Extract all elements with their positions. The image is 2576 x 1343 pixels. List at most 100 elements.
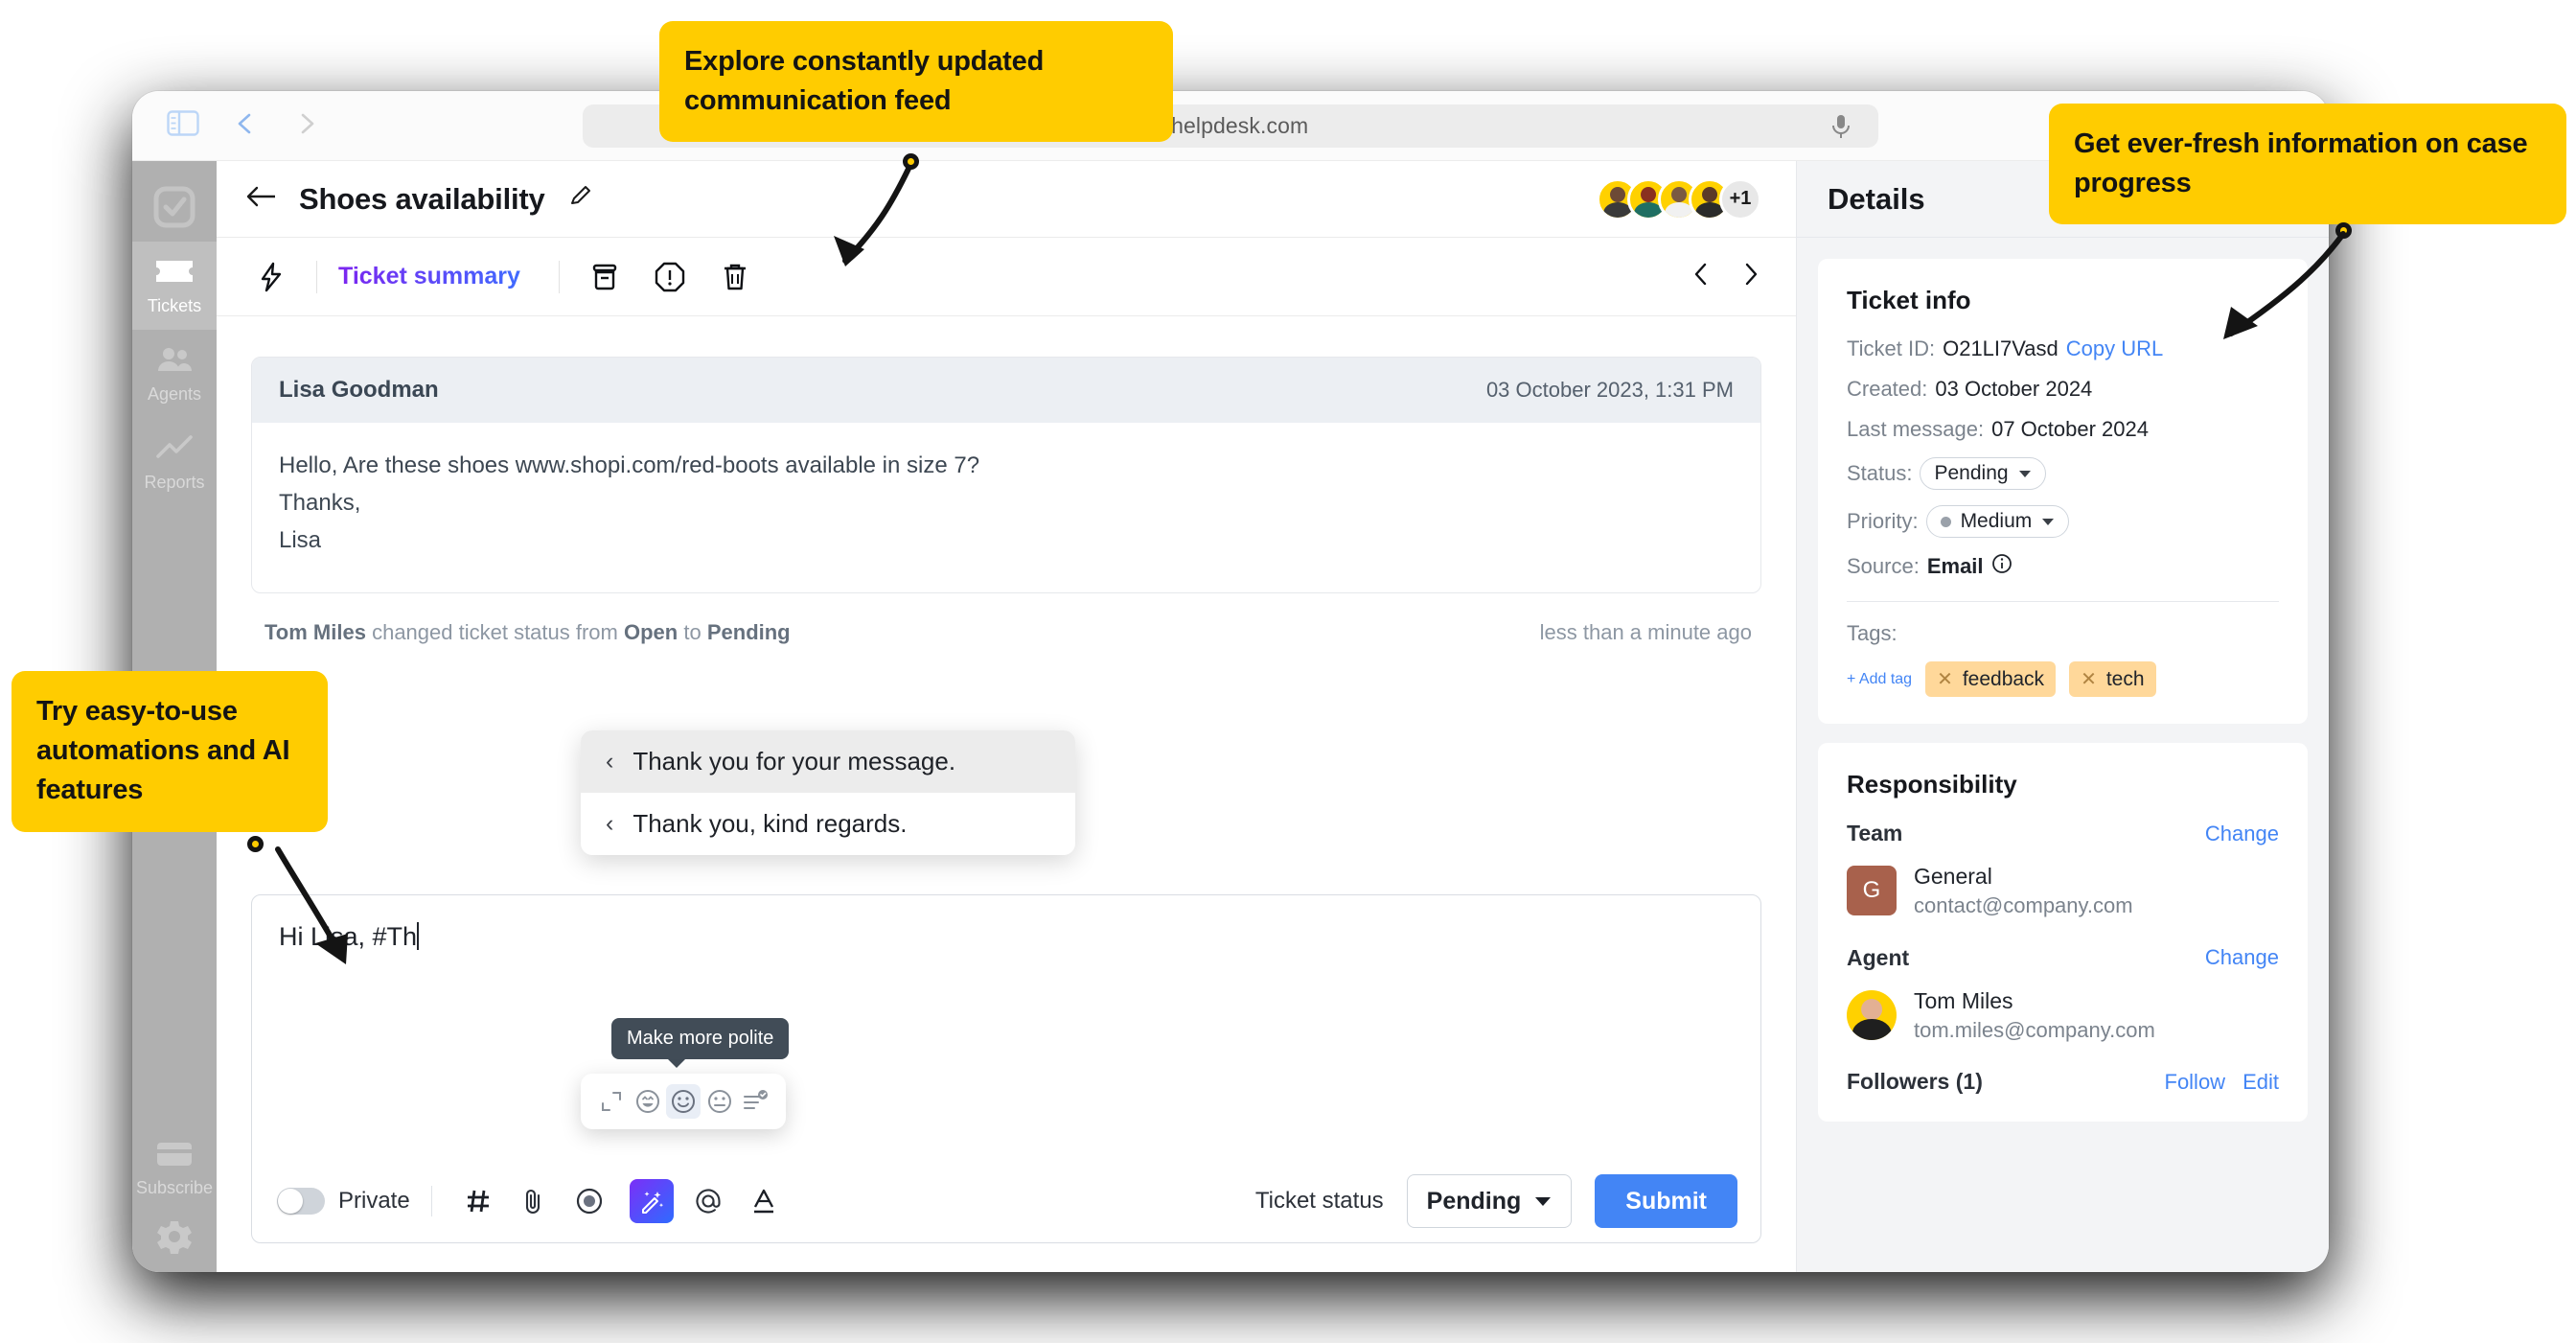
ai-actions-popover[interactable] [581,1074,786,1129]
ticket-status-select[interactable]: Pending [1406,1174,1573,1228]
suggestion-item[interactable]: ‹ Thank you, kind regards. [581,793,1075,855]
system-event-row: Tom Miles changed ticket status from Ope… [251,593,1761,645]
tag-label: feedback [1962,667,2045,690]
sidebar-item-settings[interactable] [132,1213,217,1264]
sidebar-label-tickets: Tickets [147,296,202,315]
status-dropdown[interactable]: Pending [1920,457,2046,490]
info-circle-icon[interactable] [1991,553,2012,580]
archive-icon[interactable] [581,253,629,301]
reply-composer[interactable]: Hi Lisa, #Th Make more polite Private Ti… [251,894,1761,1243]
status-value: Pending [1934,462,2009,484]
sidebar-label-subscribe: Subscribe [135,1178,214,1197]
responsibility-card: Responsibility Team Change G General con… [1818,743,2308,1123]
chevron-left-icon: ‹ [606,748,614,775]
tag-label: tech [2105,667,2145,690]
system-event-actor: Tom Miles [264,619,366,644]
address-bar-url: o.helpdesk.com [1152,113,1309,138]
mention-button[interactable] [683,1176,733,1226]
ticket-id-label: Ticket ID: [1847,336,1936,360]
team-section-header: Team Change [1847,821,2279,846]
chart-line-icon [154,433,195,467]
lightning-bolt-icon[interactable] [247,253,295,301]
created-label: Created: [1847,377,1928,401]
details-title: Details [1828,181,1925,216]
text-format-button[interactable] [739,1176,789,1226]
sidebar-panel-icon[interactable] [167,110,199,141]
sidebar-item-agents[interactable]: Agents [132,330,217,418]
avatar-overflow-count[interactable]: +1 [1719,177,1761,220]
trash-icon[interactable] [711,253,759,301]
responsibility-heading: Responsibility [1847,770,2017,799]
message-line: Hello, Are these shoes www.shopi.com/red… [279,452,980,478]
screenshot-root: o.helpdesk.com Tickets Agents Reports Su… [0,0,2576,1343]
tag-chip[interactable]: ✕ feedback [1925,661,2057,697]
agent-email: tom.miles@company.com [1914,1017,2155,1042]
microphone-icon[interactable] [1830,113,1852,145]
ai-assist-button[interactable] [629,1179,674,1223]
message-card: Lisa Goodman 03 October 2023, 1:31 PM He… [251,357,1761,593]
edit-followers-link[interactable]: Edit [2242,1070,2279,1095]
add-tag-link[interactable]: + Add tag [1847,671,1912,688]
message-header: Lisa Goodman 03 October 2023, 1:31 PM [252,358,1760,423]
ticket-pane: Shoes availability +1 Ticket summary Lis… [217,161,1796,1272]
details-content: Ticket info Ticket ID: O21LI7Vasd Copy U… [1797,238,2329,1141]
message-author: Lisa Goodman [279,377,439,403]
participant-avatars[interactable]: +1 [1597,177,1761,220]
system-event-middle: to [683,619,702,644]
private-toggle[interactable] [277,1188,325,1215]
message-line: Thanks, [279,489,361,516]
last-message-value: 07 October 2024 [1991,417,2149,441]
system-event-before: changed ticket status from [372,619,618,644]
callout-arrow [834,166,911,266]
callout-communication-feed: Explore constantly updated communication… [659,21,1173,143]
gear-icon [155,1217,194,1261]
priority-dropdown[interactable]: Medium [1925,505,2070,538]
tags-row: + Add tag ✕ feedback ✕ tech [1847,661,2279,697]
sidebar-item-reports[interactable]: Reports [132,418,217,506]
sidebar-label-agents: Agents [147,384,202,404]
chevron-left-icon: ‹ [606,810,614,837]
sidebar-item-subscribe[interactable]: Subscribe [132,1124,217,1213]
arrow-left-icon[interactable] [245,185,278,214]
prev-ticket-icon[interactable] [1690,262,1714,291]
priority-value: Medium [1960,510,2033,532]
remove-tag-icon[interactable]: ✕ [1937,667,1953,691]
next-ticket-icon[interactable] [1738,262,1761,291]
agent-change-link[interactable]: Change [2205,945,2279,970]
team-email: contact@company.com [1914,893,2133,918]
browser-back-icon[interactable] [234,111,259,141]
summarize-icon[interactable] [738,1084,772,1119]
smile-face-icon[interactable] [666,1084,701,1119]
ticket-status-label: Ticket status [1254,1188,1384,1214]
exclamation-octagon-icon[interactable] [646,253,694,301]
team-change-link[interactable]: Change [2205,822,2279,846]
suggestion-item[interactable]: ‹ Thank you for your message. [581,730,1075,793]
submit-button[interactable]: Submit [1595,1174,1737,1228]
canned-suggestions-popover[interactable]: ‹ Thank you for your message. ‹ Thank yo… [581,730,1075,855]
status-label: Status: [1847,461,1913,485]
canned-response-button[interactable] [453,1176,503,1226]
priority-dot-icon [1940,516,1951,527]
ticket-id-value: O21LI7Vasd [1943,336,2058,360]
happy-face-icon[interactable] [631,1084,665,1119]
expand-icon[interactable] [594,1084,629,1119]
neutral-face-icon[interactable] [702,1084,737,1119]
pencil-icon[interactable] [568,184,593,214]
attach-file-button[interactable] [509,1176,559,1226]
ticket-summary-tab[interactable]: Ticket summary [338,263,520,290]
callout-automations: Try easy-to-use automations and AI featu… [12,671,328,832]
browser-forward-icon[interactable] [293,111,318,141]
record-button[interactable] [564,1176,614,1226]
source-label: Source: [1847,554,1920,578]
follow-link[interactable]: Follow [2165,1070,2226,1095]
app-logo-icon [132,173,217,242]
copy-url-link[interactable]: Copy URL [2066,336,2163,361]
sidebar-item-tickets[interactable]: Tickets [132,242,217,330]
tag-chip[interactable]: ✕ tech [2069,661,2156,697]
agent-entity: Tom Miles tom.miles@company.com [1847,986,2279,1045]
remove-tag-icon[interactable]: ✕ [2081,667,2097,691]
source-row: Source: Email [1847,553,2279,580]
private-label: Private [338,1188,410,1214]
reply-input[interactable]: Hi Lisa, #Th [252,895,1760,952]
callout-arrow [275,846,348,964]
